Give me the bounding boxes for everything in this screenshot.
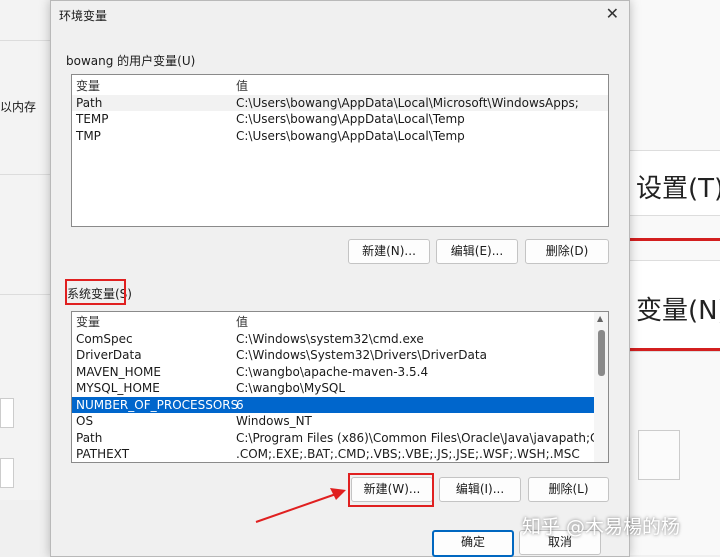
red-annotation-arrow bbox=[255, 488, 346, 523]
watermark-text: 知乎 @木易楊的杨 bbox=[522, 516, 681, 538]
